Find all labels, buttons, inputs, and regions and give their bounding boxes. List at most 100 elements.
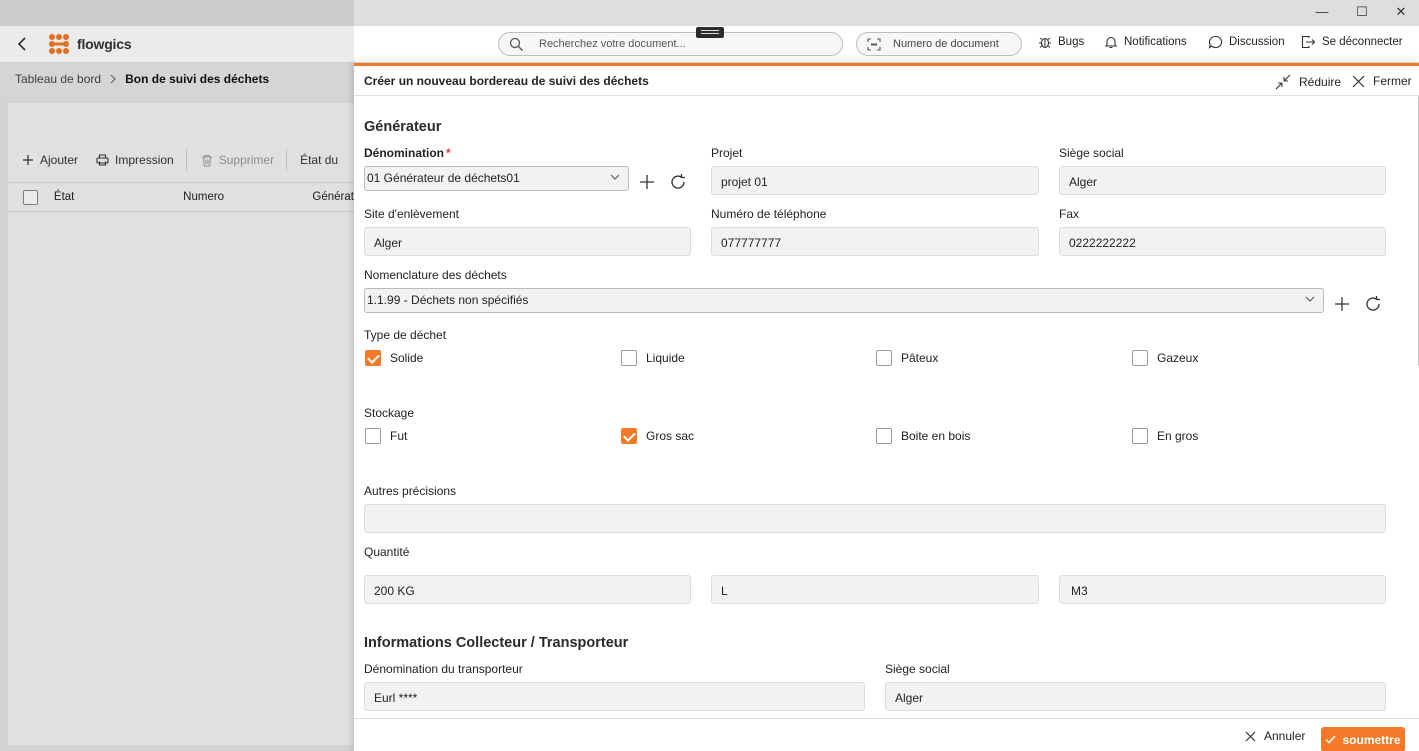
waste-type-solide[interactable]: Solide [365,350,423,366]
cancel-button[interactable]: Annuler [1245,729,1305,743]
submit-label: soumettre [1342,732,1401,747]
checkbox[interactable] [365,428,381,444]
projet-field[interactable]: projet 01 [711,166,1039,195]
search-input[interactable]: Recherchez votre document... [498,32,843,56]
column-header-state[interactable]: État [54,191,183,203]
checkbox-label: Pâteux [901,351,939,365]
storage-fut[interactable]: Fut [365,428,407,444]
checkbox-label: En gros [1157,429,1199,443]
delete-label: Supprimer [218,153,275,167]
other-details-field[interactable] [364,504,1386,533]
storage-label: Stockage [364,406,415,420]
breadcrumb-home[interactable]: Tableau de bord [15,72,101,86]
fax-field[interactable]: 0222222222 [1059,227,1386,256]
column-header-number[interactable]: Numero [183,191,312,203]
list-toolbar: Ajouter Impression Supprimer État du [8,147,354,173]
document-number-input[interactable]: Numero de document [856,32,1022,56]
waste-type-liquide[interactable]: Liquide [621,350,685,366]
submit-button[interactable]: soumettre [1321,727,1405,751]
search-icon [509,37,523,51]
fax-label: Fax [1059,207,1080,221]
carrier-siege-field[interactable]: Alger [885,682,1386,711]
nomenclature-value: 1.1.99 - Déchets non spécifiés [367,293,529,307]
state-filter-label: État du [300,153,339,167]
state-filter[interactable]: État du [300,153,338,167]
siege-social-label: Siège social [1059,146,1124,160]
quantity-kg-field[interactable]: 200 KG [364,575,691,604]
nomenclature-select[interactable]: 1.1.99 - Déchets non spécifiés [364,288,1324,313]
quantity-m3-field[interactable]: M3 [1059,575,1386,604]
storage-en-gros[interactable]: En gros [1132,428,1198,444]
bugs-link[interactable]: Bugs [1038,35,1084,49]
waste-type-pateux[interactable]: Pâteux [876,350,938,366]
logout-link[interactable]: Se déconnecter [1301,35,1403,49]
close-icon [1352,75,1365,87]
close-icon [1245,731,1256,741]
carrier-name-label: Dénomination du transporteur [364,662,523,676]
delete-button[interactable]: Supprimer [201,153,274,167]
siege-social-field[interactable]: Alger [1059,166,1386,195]
denomination-label: Dénomination * [364,146,451,160]
section-title-generator: Générateur [364,119,442,135]
modal-footer: Annuler soumettre [354,718,1419,751]
carrier-name-field[interactable]: Eurl **** [364,682,865,711]
notifications-label: Notifications [1124,36,1187,48]
telephone-field[interactable]: 077777777 [711,227,1039,256]
nomenclature-label: Nomenclature des déchets [364,268,507,282]
storage-boite-en-bois[interactable]: Boite en bois [876,428,970,444]
column-header-generator[interactable]: Générat [312,191,354,203]
back-arrow-icon[interactable] [12,34,32,54]
reduce-button[interactable]: Réduire [1275,74,1341,90]
print-button[interactable]: Impression [96,153,174,167]
site-field[interactable]: Alger [364,227,691,256]
checkbox[interactable] [876,428,892,444]
printer-icon [96,154,109,166]
refresh-icon[interactable] [669,173,687,191]
refresh-icon[interactable] [1364,295,1382,313]
breadcrumb: Tableau de bord Bon de suivi des déchets [0,64,354,94]
checkbox[interactable] [365,350,381,366]
close-modal-button[interactable]: Fermer [1352,74,1412,88]
minimize-button[interactable]: — [1311,3,1333,21]
checkbox[interactable] [621,350,637,366]
select-all-checkbox[interactable] [23,189,38,205]
checkbox-label: Gros sac [646,429,695,443]
close-label: Fermer [1373,74,1412,88]
checkbox-label: Gazeux [1157,351,1199,365]
notifications-link[interactable]: Notifications [1104,35,1187,49]
flowgics-logo-icon [49,34,69,54]
discussion-link[interactable]: Discussion [1208,35,1285,49]
waste-type-label: Type de déchet [364,328,447,342]
denomination-value: 01 Générateur de déchets01 [367,171,520,185]
modal-header: Créer un nouveau bordereau de suivi des … [354,66,1419,96]
maximize-button[interactable]: ☐ [1351,3,1373,21]
checkbox[interactable] [621,428,637,444]
waste-type-gazeux[interactable]: Gazeux [1132,350,1198,366]
bell-icon [1104,36,1118,49]
add-button[interactable]: Ajouter [22,153,78,167]
scan-icon [867,38,881,51]
close-window-button[interactable]: ✕ [1390,3,1412,21]
quantity-liters-field[interactable]: L [711,575,1039,604]
discussion-label: Discussion [1229,36,1285,48]
carrier-siege-label: Siège social [885,662,950,676]
checkbox[interactable] [876,350,892,366]
telephone-label: Numéro de téléphone [711,207,827,221]
checkbox[interactable] [1132,428,1148,444]
breadcrumb-current: Bon de suivi des déchets [125,72,270,86]
denomination-select[interactable]: 01 Générateur de déchets01 [364,166,629,191]
trash-icon [201,154,212,166]
quantity-label: Quantité [364,545,410,559]
add-nomenclature-icon[interactable] [1333,295,1351,313]
checkbox[interactable] [1132,350,1148,366]
app-logo[interactable]: flowgics [48,33,132,55]
section-title-collector: Informations Collecteur / Transporteur [364,635,629,651]
required-marker: * [446,146,451,160]
window-titlebar: — ☐ ✕ [0,0,1419,26]
list-panel: Ajouter Impression Supprimer État du Éta… [8,103,354,745]
print-label: Impression [115,153,174,167]
add-generator-icon[interactable] [638,173,656,191]
storage-gros-sac[interactable]: Gros sac [621,428,694,444]
drag-handle[interactable] [696,27,724,38]
checkbox-label: Solide [390,351,424,365]
